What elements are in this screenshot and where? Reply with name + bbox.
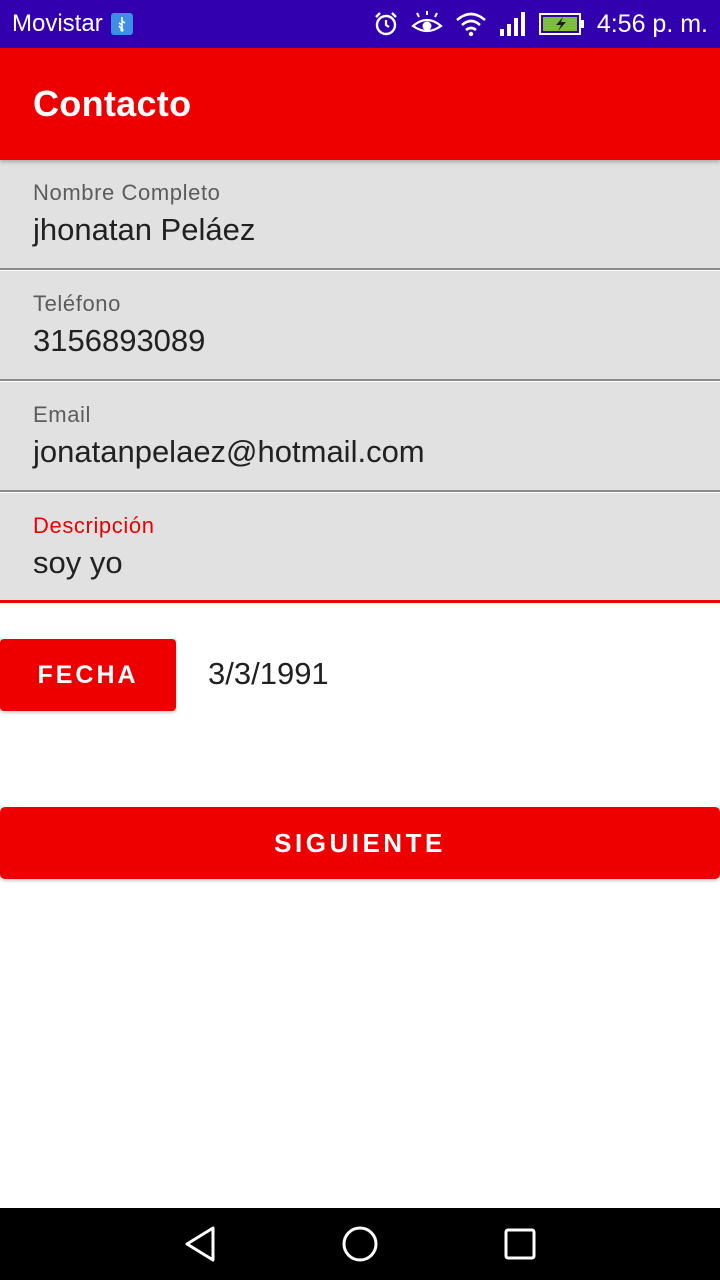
carrier-name: Movistar [12, 10, 103, 37]
status-bar: Movistar 4:56 p. m. [0, 0, 720, 48]
battery-charging-icon [538, 12, 585, 36]
email-label: Email [33, 402, 92, 427]
app-bar: Contacto [0, 48, 720, 160]
signal-icon [499, 11, 527, 37]
phone-input[interactable]: 3156893089 [33, 323, 205, 359]
alarm-icon [373, 11, 399, 37]
description-label: Descripción [33, 513, 155, 538]
description-field[interactable]: Descripción soy yo [0, 493, 720, 603]
home-icon[interactable] [340, 1224, 380, 1264]
status-right: 4:56 p. m. [373, 10, 708, 39]
description-input[interactable]: soy yo [33, 545, 123, 581]
full-name-field[interactable]: Nombre Completo jhonatan Peláez [0, 160, 720, 270]
navigation-bar [0, 1208, 720, 1280]
eye-comfort-icon [411, 11, 443, 37]
status-left: Movistar [12, 10, 133, 38]
clock-time: 4:56 p. m. [596, 9, 708, 38]
email-input[interactable]: jonatanpelaez@hotmail.com [33, 434, 425, 470]
wifi-icon [455, 11, 487, 37]
email-field[interactable]: Email jonatanpelaez@hotmail.com [0, 382, 720, 492]
selected-date: 3/3/1991 [208, 656, 329, 691]
phone-label: Teléfono [33, 291, 121, 316]
date-picker-button[interactable]: FECHA [0, 639, 176, 711]
back-icon[interactable] [180, 1224, 220, 1264]
page-title: Contacto [33, 83, 192, 124]
recents-icon[interactable] [500, 1224, 540, 1264]
usb-icon [110, 13, 133, 35]
full-name-label: Nombre Completo [33, 180, 221, 205]
phone-field[interactable]: Teléfono 3156893089 [0, 271, 720, 381]
next-button[interactable]: SIGUIENTE [0, 807, 720, 879]
full-name-input[interactable]: jhonatan Peláez [33, 212, 255, 248]
